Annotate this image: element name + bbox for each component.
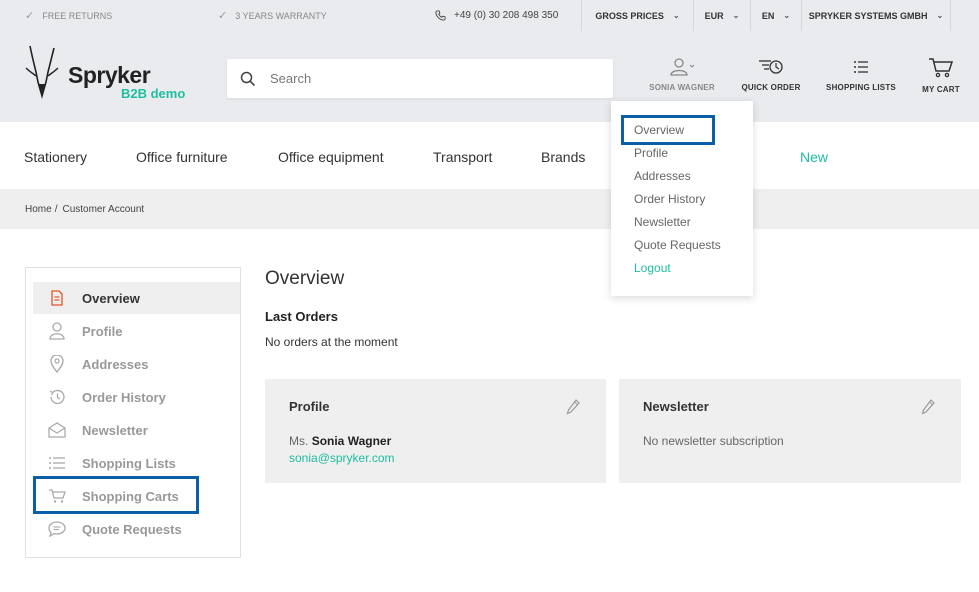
chevron-down-icon: ⌄ — [783, 11, 791, 20]
dropdown-item-newsletter[interactable]: Newsletter — [634, 215, 691, 229]
dropdown-item-order-history[interactable]: Order History — [634, 192, 705, 206]
free-returns-label: FREE RETURNS — [42, 10, 113, 21]
category-stationery[interactable]: Stationery — [24, 149, 87, 165]
sidebar-item-label: Shopping Lists — [82, 455, 176, 471]
phone-contact[interactable]: +49 (0) 30 208 498 350 — [435, 0, 558, 31]
warranty-label: 3 YEARS WARRANTY — [235, 10, 327, 21]
list-icon — [47, 453, 67, 473]
profile-salutation: Ms. — [289, 434, 309, 448]
logo-wordmark[interactable]: Spryker — [68, 62, 151, 89]
profile-name: Sonia Wagner — [311, 434, 392, 448]
sidebar-item-shopping-lists[interactable]: Shopping Lists — [33, 447, 240, 479]
newsletter-status: No newsletter subscription — [643, 434, 784, 448]
category-new[interactable]: New — [800, 149, 828, 165]
dropdown-item-addresses[interactable]: Addresses — [634, 169, 691, 183]
sidebar-item-label: Profile — [82, 323, 123, 339]
chevron-down-icon: ⌄ — [732, 11, 740, 20]
search-bar[interactable] — [227, 59, 613, 98]
chevron-down-icon: ⌄ — [936, 11, 944, 20]
highlight-box-shopping-carts — [33, 476, 199, 514]
chevron-down-icon: ⌄ — [672, 11, 680, 20]
list-icon — [854, 61, 868, 73]
quick-order-icon — [759, 60, 783, 74]
page-title: Overview — [265, 268, 345, 289]
language-value: EN — [761, 10, 775, 21]
category-office-furniture[interactable]: Office furniture — [136, 149, 228, 165]
breadcrumb-current: Customer Account — [62, 203, 145, 215]
currency-select[interactable]: EUR ⌄ — [693, 0, 750, 31]
sidebar-item-addresses[interactable]: Addresses — [33, 348, 240, 380]
breadcrumb: Home / Customer Account — [0, 189, 979, 229]
quick-order-link[interactable]: QUICK ORDER — [738, 57, 804, 92]
profile-card: Profile Ms. Sonia Wagner sonia@spryker.c… — [265, 379, 606, 483]
currency-value: EUR — [704, 10, 724, 21]
company-value: SPRYKER SYSTEMS GMBH — [808, 10, 928, 21]
profile-name-line: Ms. Sonia Wagner — [289, 434, 391, 448]
category-office-equipment[interactable]: Office equipment — [278, 149, 384, 165]
sidebar-item-newsletter[interactable]: Newsletter — [33, 414, 240, 446]
sidebar-item-label: Addresses — [82, 356, 149, 372]
shopping-lists-link[interactable]: SHOPPING LISTS — [822, 57, 900, 92]
user-menu[interactable]: SONIA WAGNER — [646, 57, 718, 92]
history-icon — [47, 387, 67, 407]
top-bar: ✓ FREE RETURNS ✓ 3 YEARS WARRANTY +49 (0… — [0, 0, 979, 31]
price-mode-value: GROSS PRICES — [595, 10, 664, 21]
spryker-logo-icon[interactable] — [22, 44, 62, 100]
sidebar-item-label: Quote Requests — [82, 521, 182, 537]
chat-bubble-icon — [47, 519, 67, 539]
price-mode-select[interactable]: GROSS PRICES ⌄ — [581, 0, 693, 31]
profile-email[interactable]: sonia@spryker.com — [289, 451, 395, 465]
user-icon — [670, 58, 695, 76]
document-icon — [47, 288, 67, 308]
envelope-icon — [47, 420, 67, 440]
company-select[interactable]: SPRYKER SYSTEMS GMBH ⌄ — [801, 0, 951, 31]
dropdown-item-profile[interactable]: Profile — [634, 146, 668, 160]
sidebar-item-overview[interactable]: Overview — [33, 282, 240, 314]
sidebar-item-quote-requests[interactable]: Quote Requests — [33, 513, 240, 545]
sidebar-item-order-history[interactable]: Order History — [33, 381, 240, 413]
my-cart-label: MY CART — [922, 85, 960, 94]
sidebar-item-profile[interactable]: Profile — [33, 315, 240, 347]
free-returns-usp: ✓ FREE RETURNS — [25, 0, 112, 31]
sidebar-item-label: Newsletter — [82, 422, 148, 438]
phone-number: +49 (0) 30 208 498 350 — [454, 10, 559, 21]
user-icon — [47, 321, 67, 341]
logo-subtitle: B2B demo — [121, 86, 186, 101]
pencil-icon[interactable] — [566, 399, 580, 415]
sidebar-item-label: Order History — [82, 389, 166, 405]
cart-icon — [929, 58, 954, 78]
location-pin-icon — [47, 354, 67, 374]
highlight-box-overview — [621, 115, 715, 145]
no-orders-message: No orders at the moment — [265, 335, 398, 349]
sidebar-item-label: Overview — [82, 290, 140, 306]
category-nav: Stationery Office furniture Office equip… — [0, 122, 979, 189]
dropdown-item-quote-requests[interactable]: Quote Requests — [634, 238, 721, 252]
language-select[interactable]: EN ⌄ — [750, 0, 801, 31]
newsletter-card-title: Newsletter — [643, 399, 709, 414]
breadcrumb-home[interactable]: Home — [25, 204, 52, 215]
breadcrumb-separator: / — [54, 203, 58, 215]
search-icon[interactable] — [240, 71, 256, 87]
warranty-usp: ✓ 3 YEARS WARRANTY — [218, 0, 327, 31]
user-name: SONIA WAGNER — [649, 83, 715, 92]
last-orders-heading: Last Orders — [265, 309, 338, 324]
category-transport[interactable]: Transport — [433, 149, 492, 165]
profile-card-title: Profile — [289, 399, 330, 414]
my-cart-link[interactable]: MY CART — [916, 57, 966, 94]
checkmark-icon: ✓ — [218, 10, 228, 22]
phone-icon — [435, 10, 446, 21]
checkmark-icon: ✓ — [25, 10, 35, 22]
account-sidebar: Overview Profile Addresses Order History… — [25, 267, 241, 558]
quick-order-label: QUICK ORDER — [741, 83, 801, 92]
search-input[interactable] — [270, 71, 570, 86]
category-brands[interactable]: Brands — [541, 149, 585, 165]
newsletter-card: Newsletter No newsletter subscription — [619, 379, 961, 483]
header: Spryker B2B demo SONIA WAGNER QUICK ORDE… — [0, 31, 979, 122]
dropdown-item-logout[interactable]: Logout — [634, 261, 671, 275]
pencil-icon[interactable] — [921, 399, 935, 415]
shopping-lists-label: SHOPPING LISTS — [826, 83, 896, 92]
